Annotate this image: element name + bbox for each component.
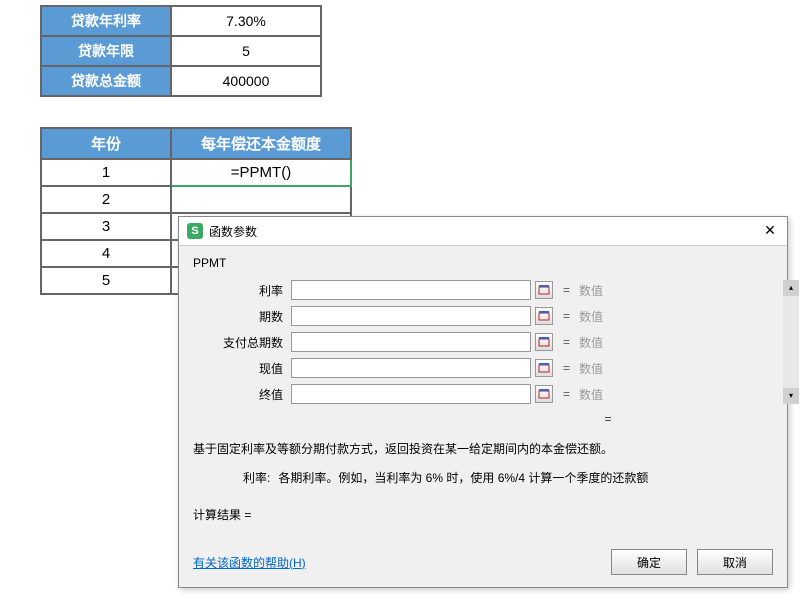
param-label: 现值 [203, 360, 283, 377]
param-input-支付总期数[interactable] [291, 332, 531, 352]
dialog-title-text: 函数参数 [209, 223, 761, 240]
scroll-up-icon[interactable]: ▴ [783, 280, 799, 296]
param-description: 利率:各期利率。例如，当利率为 6% 时，使用 6%/4 计算一个季度的还款额 [243, 469, 773, 486]
param-row: 期数 = 数值 [203, 306, 773, 326]
loan-parameters-table: 贷款年利率 7.30% 贷款年限 5 贷款总金额 400000 [40, 5, 322, 97]
year-cell[interactable]: 3 [41, 213, 171, 240]
years-value[interactable]: 5 [171, 36, 321, 66]
range-select-icon[interactable] [535, 307, 553, 325]
equals-sign: = [563, 387, 573, 401]
amount-value[interactable]: 400000 [171, 66, 321, 96]
dialog-titlebar[interactable]: S 函数参数 ✕ [179, 217, 787, 246]
header-year: 年份 [41, 128, 171, 159]
param-row: 终值 = 数值 [203, 384, 773, 404]
param-label: 期数 [203, 308, 283, 325]
ok-button[interactable]: 确定 [611, 549, 687, 575]
param-scrollbar[interactable]: ▴ ▾ [783, 280, 799, 404]
param-result: 数值 [579, 360, 603, 377]
function-arguments-dialog: S 函数参数 ✕ PPMT 利率=数值期数=数值支付总期数=数值现值=数值终值=… [178, 216, 788, 588]
range-select-icon[interactable] [535, 359, 553, 377]
function-name: PPMT [193, 256, 773, 270]
table-row: 1 =PPMT() [41, 159, 351, 186]
range-select-icon[interactable] [535, 281, 553, 299]
year-cell[interactable]: 2 [41, 186, 171, 213]
param-result: 数值 [579, 308, 603, 325]
equals-sign: = [563, 283, 573, 297]
equals-sign: = [563, 361, 573, 375]
year-cell[interactable]: 1 [41, 159, 171, 186]
param-label: 支付总期数 [203, 334, 283, 351]
years-label: 贷款年限 [41, 36, 171, 66]
formula-cell[interactable]: =PPMT() [171, 159, 351, 186]
year-cell[interactable]: 4 [41, 240, 171, 267]
equals-sign: = [563, 335, 573, 349]
calc-result-label: 计算结果 = [193, 506, 773, 523]
close-icon[interactable]: ✕ [761, 222, 779, 240]
cancel-button[interactable]: 取消 [697, 549, 773, 575]
param-result: 数值 [579, 386, 603, 403]
param-input-现值[interactable] [291, 358, 531, 378]
param-row: 利率 = 数值 [203, 280, 773, 300]
param-input-期数[interactable] [291, 306, 531, 326]
param-input-利率[interactable] [291, 280, 531, 300]
overall-result: = [443, 412, 773, 426]
range-select-icon[interactable] [535, 385, 553, 403]
scroll-down-icon[interactable]: ▾ [783, 388, 799, 404]
help-link[interactable]: 有关该函数的帮助(H) [193, 554, 601, 571]
param-row: 现值 = 数值 [203, 358, 773, 378]
rate-label: 贷款年利率 [41, 6, 171, 36]
table-row: 2 [41, 186, 351, 213]
equals-sign: = [563, 309, 573, 323]
rate-value[interactable]: 7.30% [171, 6, 321, 36]
header-principal: 每年偿还本金额度 [171, 128, 351, 159]
function-description: 基于固定利率及等额分期付款方式，返回投资在某一给定期间内的本金偿还额。 [193, 440, 773, 457]
param-result: 数值 [579, 334, 603, 351]
scroll-track[interactable] [783, 296, 799, 388]
param-label: 终值 [203, 386, 283, 403]
empty-cell[interactable] [171, 186, 351, 213]
param-row: 支付总期数 = 数值 [203, 332, 773, 352]
param-result: 数值 [579, 282, 603, 299]
app-logo-icon: S [187, 223, 203, 239]
param-input-终值[interactable] [291, 384, 531, 404]
param-label: 利率 [203, 282, 283, 299]
range-select-icon[interactable] [535, 333, 553, 351]
amount-label: 贷款总金额 [41, 66, 171, 96]
year-cell[interactable]: 5 [41, 267, 171, 294]
